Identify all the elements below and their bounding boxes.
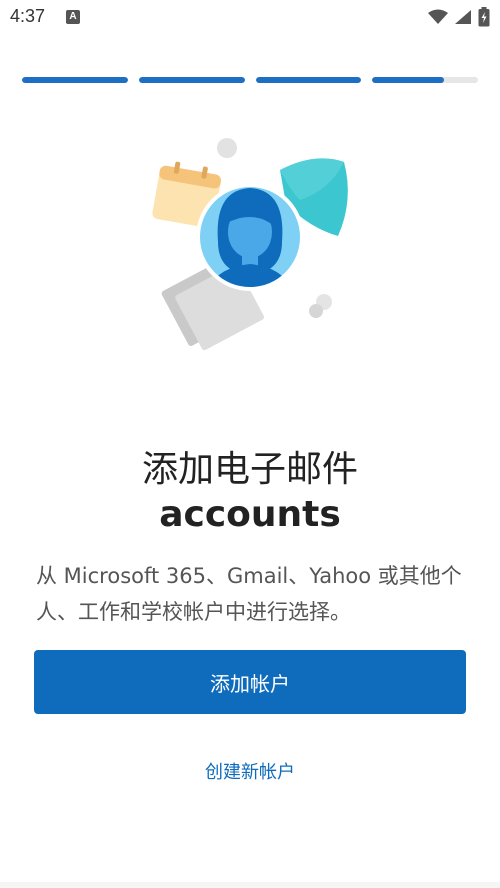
progress-segment bbox=[372, 77, 478, 83]
page-title: 添加电子邮件 bbox=[141, 449, 358, 490]
screen: 4:37 A 添加电子邮件 accounts 从 Microsoft 365、G… bbox=[0, 0, 500, 888]
progress-segment-fill bbox=[22, 77, 128, 83]
status-bar: 4:37 A bbox=[0, 0, 500, 34]
status-icons bbox=[428, 6, 490, 28]
step-progress bbox=[22, 77, 478, 85]
progress-segment-fill bbox=[138, 77, 245, 83]
add-account-button[interactable]: 添加帐户 bbox=[34, 650, 466, 714]
notification-icon: A bbox=[66, 10, 80, 24]
progress-segment-fill bbox=[372, 77, 445, 83]
create-account-link[interactable]: 创建新帐户 bbox=[0, 758, 500, 784]
signal-icon bbox=[455, 10, 471, 24]
battery-icon bbox=[478, 7, 490, 27]
person-avatar-illustration bbox=[152, 138, 348, 351]
page-title-accounts: accounts bbox=[159, 494, 341, 535]
status-time: 4:37 bbox=[10, 6, 46, 26]
wifi-icon bbox=[428, 9, 448, 24]
progress-segment bbox=[255, 77, 362, 83]
progress-segment-fill bbox=[255, 77, 362, 83]
progress-segment bbox=[138, 77, 245, 83]
navigation-bar bbox=[0, 882, 500, 888]
progress-segment bbox=[22, 77, 128, 83]
page-description: 从 Microsoft 365、Gmail、Yahoo 或其他个人、工作和学校帐… bbox=[36, 564, 462, 624]
